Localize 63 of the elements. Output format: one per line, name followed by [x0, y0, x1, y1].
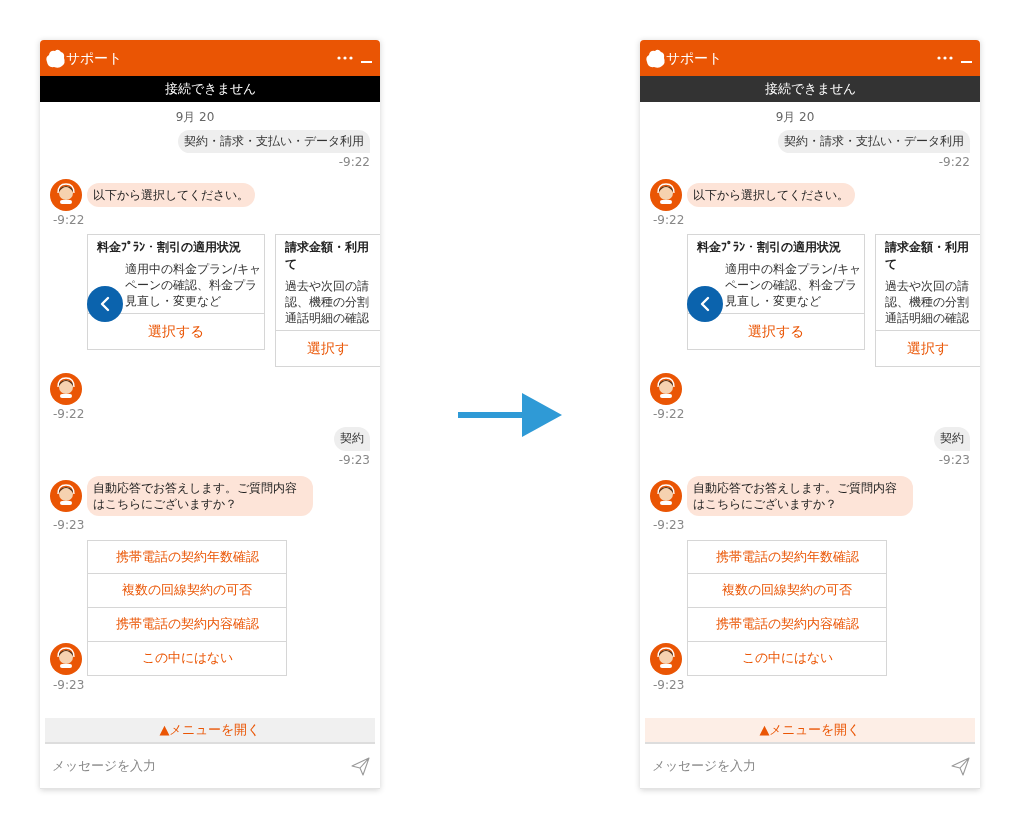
more-icon[interactable] [937, 55, 953, 61]
message-time: -9:22 [338, 155, 370, 171]
chevron-left-icon [99, 296, 111, 313]
menu-button[interactable]: ▲メニューを開く [645, 718, 975, 744]
avatar-icon [50, 642, 82, 675]
avatar-icon [50, 178, 82, 211]
avatar-icon [650, 178, 682, 211]
send-icon[interactable] [951, 756, 970, 776]
user-message: 契約・請求・支払い・データ利用 [178, 129, 370, 154]
card-description: 適用中の料金プラン/キャ ペーンの確認、料金プラ 見直し・変更など [125, 261, 262, 311]
card-title: 請求金額・利用 て [884, 239, 970, 274]
date-label: 9月 20 [174, 110, 216, 126]
bot-message: 以下から選択してください。 [687, 182, 855, 207]
avatar-icon [650, 642, 682, 675]
message-time: -9:22 [53, 212, 85, 229]
card-title: 請求金額・利用 て [284, 239, 370, 274]
message-time: -9:23 [653, 677, 685, 694]
arrow-icon [458, 392, 562, 437]
avatar-icon [650, 480, 682, 513]
option-button[interactable]: この中にはない [87, 641, 287, 676]
user-message: 契約 [934, 426, 970, 451]
message-time: -9:22 [653, 407, 685, 423]
logo-icon [644, 47, 666, 69]
message-time: -9:23 [338, 452, 370, 469]
user-message: 契約・請求・支払い・データ利用 [778, 129, 970, 154]
option-button[interactable]: 複数の回線契約の可否 [87, 573, 287, 608]
header-title: サポート [666, 48, 723, 68]
logo-icon [44, 47, 66, 69]
option-button[interactable]: 複数の回線契約の可否 [687, 573, 887, 608]
message-time: -9:22 [938, 155, 970, 171]
option-button[interactable]: 携帯電話の契約年数確認 [687, 539, 887, 574]
avatar-icon [650, 373, 682, 406]
connection-banner: 接続できません [640, 76, 980, 102]
message-time: -9:22 [53, 407, 85, 423]
bot-message: 以下から選択してください。 [87, 182, 255, 207]
previous-button[interactable] [87, 286, 123, 323]
avatar-icon [50, 480, 82, 513]
card-title: 料金ﾌﾟﾗﾝ・割引の適用状況 [696, 239, 842, 257]
bot-message: 自動応答でお答えします。ご質問内容はこちらにございますか？ [87, 476, 313, 517]
card-description: 適用中の料金プラン/キャ ペーンの確認、料金プラ 見直し・変更など [725, 261, 862, 311]
previous-button[interactable] [687, 286, 723, 323]
bot-message: 自動応答でお答えします。ご質問内容はこちらにございますか？ [687, 476, 913, 517]
avatar-icon [50, 373, 82, 406]
connection-banner: 接続できません [40, 76, 380, 102]
option-button[interactable]: 携帯電話の契約年数確認 [87, 539, 287, 574]
user-message: 契約 [334, 426, 370, 451]
option-button[interactable]: 携帯電話の契約内容確認 [87, 607, 287, 642]
option-button[interactable]: この中にはない [687, 641, 887, 676]
more-icon[interactable] [337, 55, 353, 61]
card-description: 過去や次回の請 認、機種の分割 通話明細の確認 [285, 278, 370, 328]
card-title: 料金ﾌﾟﾗﾝ・割引の適用状況 [96, 239, 242, 257]
option-button[interactable]: 携帯電話の契約内容確認 [687, 607, 887, 642]
message-time: -9:23 [653, 518, 685, 534]
card-description: 過去や次回の請 認、機種の分割 通話明細の確認 [885, 278, 970, 328]
date-label: 9月 20 [774, 110, 816, 126]
message-time: -9:23 [53, 677, 85, 694]
send-icon[interactable] [351, 756, 370, 776]
message-time: -9:23 [53, 518, 85, 534]
message-time: -9:23 [938, 452, 970, 469]
chevron-left-icon [699, 296, 711, 313]
header-title: サポート [66, 48, 123, 68]
menu-button[interactable]: ▲メニューを開く [45, 718, 375, 744]
message-time: -9:22 [653, 212, 685, 229]
